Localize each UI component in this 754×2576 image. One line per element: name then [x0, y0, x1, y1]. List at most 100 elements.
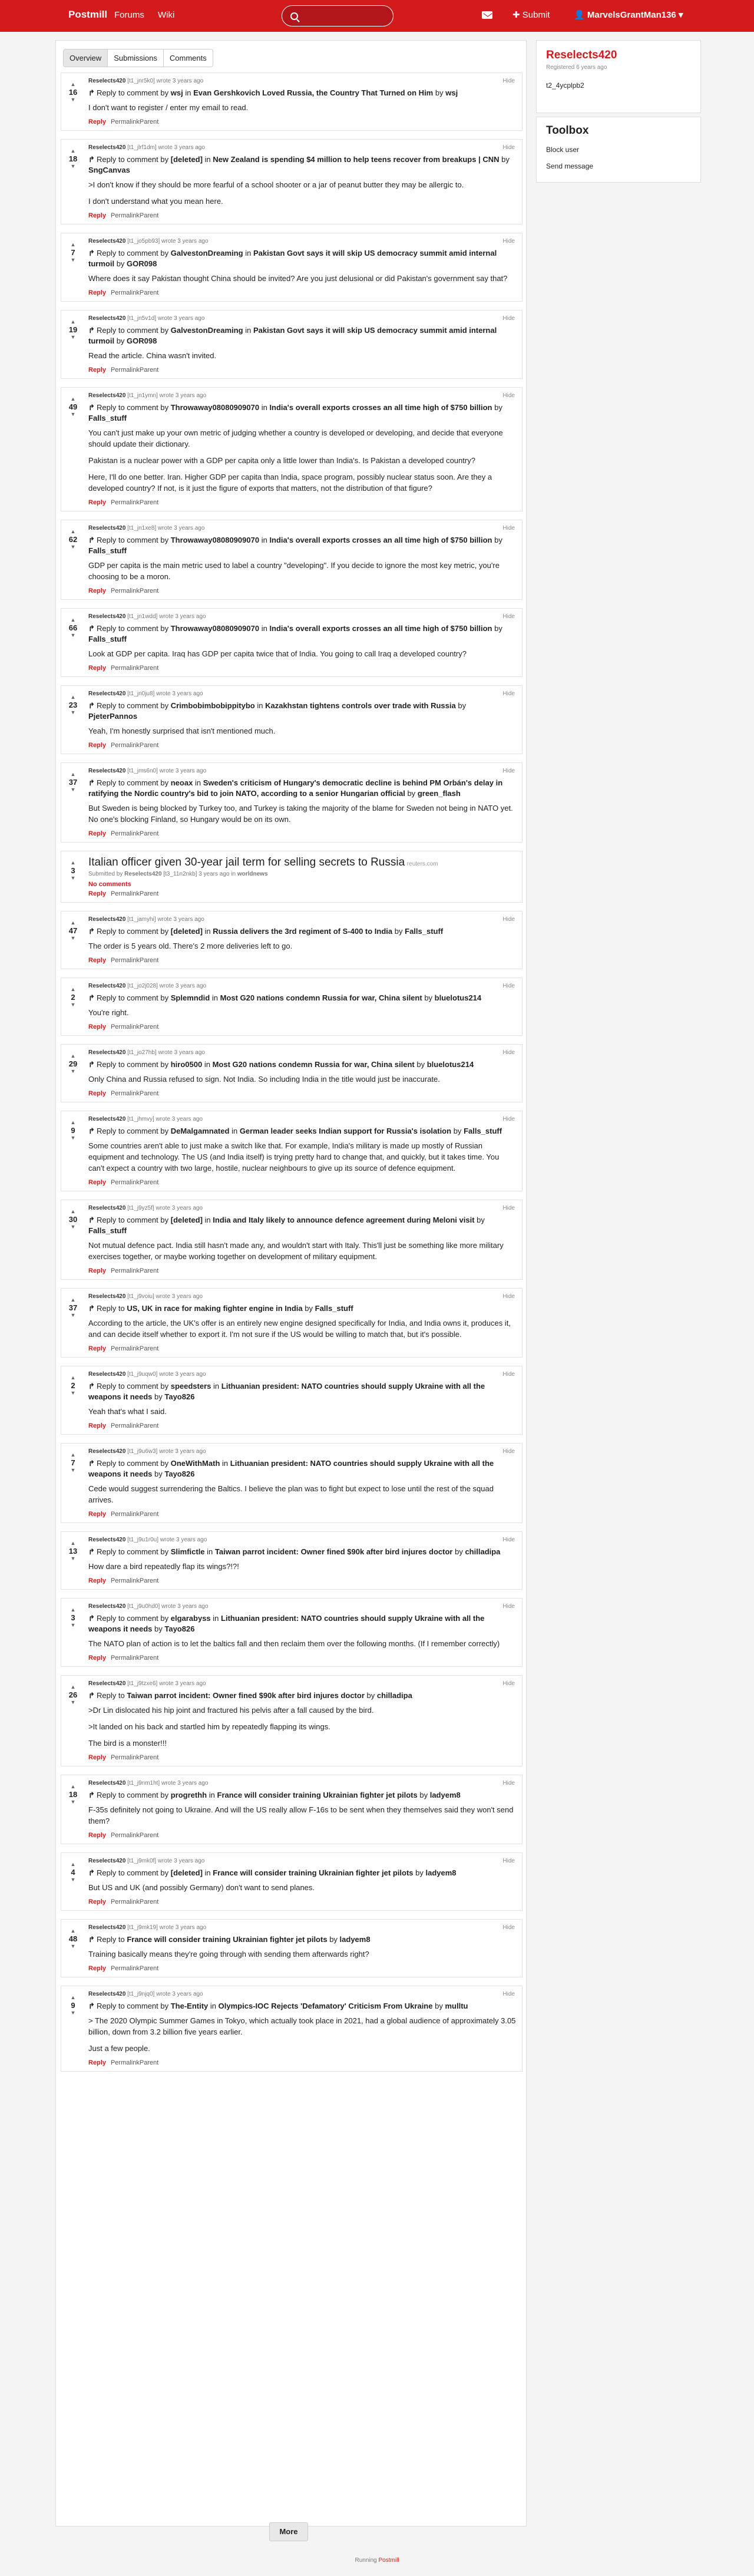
tab-overview[interactable]: Overview: [64, 49, 108, 67]
thread-title-link[interactable]: Evan Gershkovich Loved Russia, the Count…: [193, 88, 433, 97]
downvote-icon[interactable]: ▼: [66, 935, 80, 942]
author-link[interactable]: Reselects420: [88, 1603, 125, 1610]
upvote-icon[interactable]: ▲: [66, 617, 80, 623]
permalink-link[interactable]: Permalink: [111, 1267, 140, 1274]
reply-target-user[interactable]: elgarabyss: [171, 1614, 211, 1623]
hide-link[interactable]: Hide: [502, 1680, 515, 1687]
tab-submissions[interactable]: Submissions: [108, 49, 164, 67]
parent-link[interactable]: Parent: [140, 118, 158, 126]
parent-link[interactable]: Parent: [140, 1654, 158, 1662]
permalink-link[interactable]: Permalink: [111, 1422, 140, 1429]
upvote-icon[interactable]: ▲: [66, 771, 80, 778]
upvote-icon[interactable]: ▲: [66, 1684, 80, 1690]
reply-link[interactable]: Reply: [88, 1023, 106, 1031]
author-link[interactable]: Reselects420: [88, 1205, 125, 1211]
permalink-link[interactable]: Permalink: [111, 366, 140, 374]
permalink-link[interactable]: Permalink: [111, 1090, 140, 1097]
permalink-link[interactable]: Permalink: [111, 742, 140, 749]
author-link[interactable]: Reselects420: [88, 1991, 125, 1997]
upvote-icon[interactable]: ▲: [66, 396, 80, 402]
parent-link[interactable]: Parent: [140, 1965, 158, 1972]
parent-link[interactable]: Parent: [140, 1179, 158, 1186]
parent-link[interactable]: Parent: [140, 957, 158, 964]
thread-title-link[interactable]: France will consider training Ukrainian …: [213, 1868, 413, 1877]
parent-link[interactable]: Parent: [140, 1511, 158, 1518]
downvote-icon[interactable]: ▼: [66, 1799, 80, 1805]
footer-postmill-link[interactable]: Postmill: [379, 2557, 399, 2564]
hide-link[interactable]: Hide: [502, 1603, 515, 1610]
upvote-icon[interactable]: ▲: [66, 1607, 80, 1613]
hide-link[interactable]: Hide: [502, 315, 515, 322]
permalink-link[interactable]: Permalink: [111, 830, 140, 837]
reply-link[interactable]: Reply: [88, 2059, 106, 2066]
reply-target-user[interactable]: GalvestonDreaming: [171, 249, 243, 257]
thread-title-link[interactable]: Taiwan parrot incident: Owner fined $90k…: [127, 1691, 365, 1700]
parent-link[interactable]: Parent: [140, 289, 158, 296]
author-link[interactable]: Reselects420: [88, 1116, 125, 1122]
thread-title-link[interactable]: US, UK in race for making fighter engine…: [127, 1304, 302, 1313]
permalink-link[interactable]: Permalink: [111, 1179, 140, 1186]
thread-title-link[interactable]: New Zealand is spending $4 million to he…: [213, 155, 499, 164]
author-link[interactable]: Reselects420: [88, 916, 125, 923]
more-button[interactable]: More: [269, 2522, 308, 2541]
thread-author-link[interactable]: Tayo826: [164, 1469, 194, 1478]
thread-author-link[interactable]: mulltu: [445, 2002, 468, 2010]
hide-link[interactable]: Hide: [502, 1780, 515, 1786]
reply-target-user[interactable]: neoax: [171, 778, 193, 787]
permalink-link[interactable]: Permalink: [111, 1832, 140, 1839]
permalink-link[interactable]: Permalink: [111, 212, 140, 219]
envelope-icon[interactable]: [482, 11, 492, 19]
thread-author-link[interactable]: Falls_stuff: [88, 546, 127, 555]
parent-link[interactable]: Parent: [140, 1754, 158, 1761]
upvote-icon[interactable]: ▲: [66, 81, 80, 88]
reply-link[interactable]: Reply: [88, 289, 106, 296]
downvote-icon[interactable]: ▼: [66, 334, 80, 341]
reply-target-user[interactable]: Throwaway08080909070: [171, 624, 259, 633]
parent-link[interactable]: Parent: [140, 366, 158, 374]
upvote-icon[interactable]: ▲: [66, 148, 80, 154]
upvote-icon[interactable]: ▲: [66, 1297, 80, 1303]
forum-link[interactable]: worldnews: [237, 871, 268, 877]
downvote-icon[interactable]: ▼: [66, 257, 80, 263]
author-link[interactable]: Reselects420: [88, 613, 125, 620]
hide-link[interactable]: Hide: [502, 1371, 515, 1378]
hide-link[interactable]: Hide: [502, 691, 515, 697]
reply-link[interactable]: Reply: [88, 1090, 106, 1097]
parent-link[interactable]: Parent: [140, 665, 158, 672]
reply-target-user[interactable]: Crimbobimbobippitybo: [171, 701, 255, 710]
thread-author-link[interactable]: Falls_stuff: [88, 635, 127, 643]
reply-link[interactable]: Reply: [88, 499, 106, 506]
author-link[interactable]: Reselects420: [88, 691, 125, 697]
permalink-link[interactable]: Permalink: [111, 2059, 140, 2066]
parent-link[interactable]: Parent: [140, 742, 158, 749]
thread-author-link[interactable]: Falls_stuff: [88, 414, 127, 422]
author-link[interactable]: Reselects420: [88, 1293, 125, 1300]
permalink-link[interactable]: Permalink: [111, 665, 140, 672]
thread-author-link[interactable]: GOR098: [127, 259, 157, 268]
hide-link[interactable]: Hide: [502, 144, 515, 151]
reply-link[interactable]: Reply: [88, 1898, 106, 1905]
parent-link[interactable]: Parent: [140, 890, 158, 897]
reply-target-user[interactable]: The-Entity: [171, 2002, 209, 2010]
upvote-icon[interactable]: ▲: [66, 1053, 80, 1059]
reply-target-user[interactable]: [deleted]: [171, 1868, 203, 1877]
downvote-icon[interactable]: ▼: [66, 1224, 80, 1230]
reply-link[interactable]: Reply: [88, 212, 106, 219]
reply-target-user[interactable]: hiro0500: [171, 1060, 202, 1069]
thread-title-link[interactable]: Taiwan parrot incident: Owner fined $90k…: [215, 1547, 453, 1556]
site-brand-link[interactable]: Postmill: [68, 9, 107, 21]
hide-link[interactable]: Hide: [502, 1991, 515, 1997]
permalink-link[interactable]: Permalink: [111, 289, 140, 296]
author-link[interactable]: Reselects420: [88, 1780, 125, 1786]
downvote-icon[interactable]: ▼: [66, 2010, 80, 2016]
thread-author-link[interactable]: bluelotus214: [435, 993, 481, 1002]
reply-target-user[interactable]: progrethh: [171, 1791, 207, 1799]
reply-target-user[interactable]: Throwaway08080909070: [171, 536, 259, 544]
thread-author-link[interactable]: Falls_stuff: [315, 1304, 353, 1313]
reply-link[interactable]: Reply: [88, 830, 106, 837]
thread-author-link[interactable]: SngCanvas: [88, 166, 130, 174]
reply-link[interactable]: Reply: [88, 118, 106, 126]
reply-link[interactable]: Reply: [88, 366, 106, 374]
thread-author-link[interactable]: green_flash: [418, 789, 461, 798]
downvote-icon[interactable]: ▼: [66, 1135, 80, 1141]
